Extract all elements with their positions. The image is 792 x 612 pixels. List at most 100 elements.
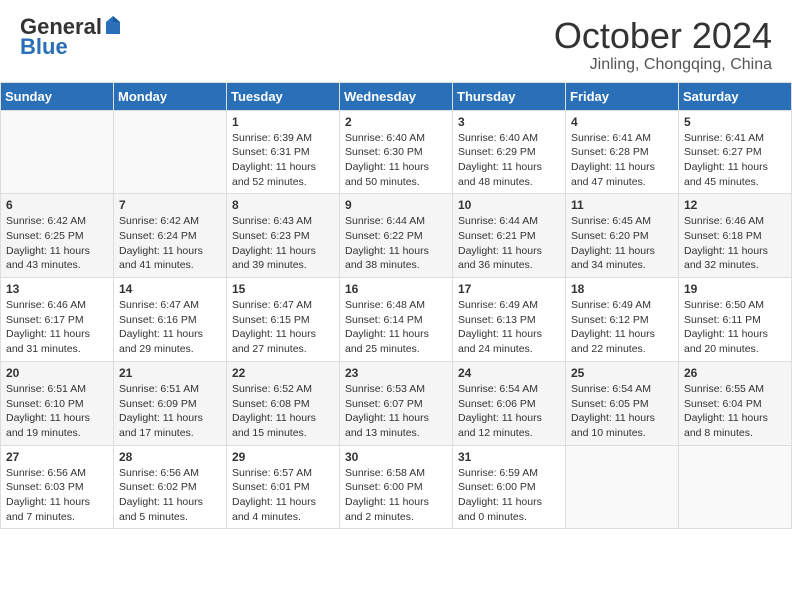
calendar-day: 11 Sunrise: 6:45 AMSunset: 6:20 PMDayligh… — [566, 194, 679, 278]
day-number: 14 — [119, 282, 221, 296]
calendar-day: 30 Sunrise: 6:58 AMSunset: 6:00 PMDayligh… — [340, 445, 453, 529]
day-number: 1 — [232, 115, 334, 129]
day-info: Sunrise: 6:55 AMSunset: 6:04 PMDaylight:… — [684, 382, 786, 441]
calendar-week-4: 20Sunrise: 6:51 AMSunset: 6:10 PMDayligh… — [1, 361, 792, 445]
day-info: Sunrise: 6:42 AMSunset: 6:24 PMDaylight:… — [119, 214, 221, 273]
day-info: Sunrise: 6:52 AMSunset: 6:08 PMDaylight:… — [232, 382, 334, 441]
calendar-day: 29Sunrise: 6:57 AMSunset: 6:01 PMDayligh… — [227, 445, 340, 529]
header: General Blue October 2024 Jinling, Chong… — [0, 0, 792, 82]
day-info: Sunrise: 6:56 AMSunset: 6:03 PMDaylight:… — [6, 466, 108, 525]
calendar-day: 31 Sunrise: 6:59 AMSunset: 6:00 PMDayligh… — [453, 445, 566, 529]
day-number: 7 — [119, 198, 221, 212]
day-number: 24 — [458, 366, 560, 380]
calendar-day: 2 Sunrise: 6:40 AMSunset: 6:30 PMDaylight… — [340, 110, 453, 194]
day-info: Sunrise: 6:41 AMSunset: 6:28 PMDaylight:… — [571, 131, 673, 190]
day-info: Sunrise: 6:40 AMSunset: 6:30 PMDaylight:… — [345, 131, 447, 190]
day-number: 18 — [571, 282, 673, 296]
day-info: Sunrise: 6:45 AMSunset: 6:20 PMDaylight:… — [571, 214, 673, 273]
day-number: 21 — [119, 366, 221, 380]
day-number: 11 — [571, 198, 673, 212]
day-number: 5 — [684, 115, 786, 129]
day-info: Sunrise: 6:49 AMSunset: 6:12 PMDaylight:… — [571, 298, 673, 357]
header-tuesday: Tuesday — [227, 82, 340, 110]
day-number: 2 — [345, 115, 447, 129]
day-number: 30 — [345, 450, 447, 464]
calendar-day: 6Sunrise: 6:42 AMSunset: 6:25 PMDaylight… — [1, 194, 114, 278]
calendar-day: 1Sunrise: 6:39 AMSunset: 6:31 PMDaylight… — [227, 110, 340, 194]
day-number: 10 — [458, 198, 560, 212]
header-sunday: Sunday — [1, 82, 114, 110]
day-info: Sunrise: 6:56 AMSunset: 6:02 PMDaylight:… — [119, 466, 221, 525]
day-info: Sunrise: 6:40 AMSunset: 6:29 PMDaylight:… — [458, 131, 560, 190]
day-info: Sunrise: 6:54 AMSunset: 6:05 PMDaylight:… — [571, 382, 673, 441]
logo: General Blue — [20, 16, 122, 60]
day-info: Sunrise: 6:59 AMSunset: 6:00 PMDaylight:… — [458, 466, 560, 525]
header-friday: Friday — [566, 82, 679, 110]
calendar-day: 10 Sunrise: 6:44 AMSunset: 6:21 PMDayligh… — [453, 194, 566, 278]
calendar-day: 25 Sunrise: 6:54 AMSunset: 6:05 PMDayligh… — [566, 361, 679, 445]
calendar-title: October 2024 — [554, 16, 772, 56]
header-monday: Monday — [114, 82, 227, 110]
calendar-day — [1, 110, 114, 194]
day-number: 27 — [6, 450, 108, 464]
day-info: Sunrise: 6:51 AMSunset: 6:09 PMDaylight:… — [119, 382, 221, 441]
day-info: Sunrise: 6:47 AMSunset: 6:16 PMDaylight:… — [119, 298, 221, 357]
calendar-day: 27 Sunrise: 6:56 AMSunset: 6:03 PMDayligh… — [1, 445, 114, 529]
day-info: Sunrise: 6:41 AMSunset: 6:27 PMDaylight:… — [684, 131, 786, 190]
header-thursday: Thursday — [453, 82, 566, 110]
title-area: October 2024 Jinling, Chongqing, China — [554, 16, 772, 74]
calendar-day: 15Sunrise: 6:47 AMSunset: 6:15 PMDayligh… — [227, 278, 340, 362]
calendar-day: 5 Sunrise: 6:41 AMSunset: 6:27 PMDaylight… — [679, 110, 792, 194]
calendar-day: 12 Sunrise: 6:46 AMSunset: 6:18 PMDayligh… — [679, 194, 792, 278]
day-number: 3 — [458, 115, 560, 129]
calendar-day: 21 Sunrise: 6:51 AMSunset: 6:09 PMDayligh… — [114, 361, 227, 445]
calendar-day: 18 Sunrise: 6:49 AMSunset: 6:12 PMDayligh… — [566, 278, 679, 362]
calendar-day — [114, 110, 227, 194]
day-info: Sunrise: 6:48 AMSunset: 6:14 PMDaylight:… — [345, 298, 447, 357]
day-number: 28 — [119, 450, 221, 464]
day-number: 19 — [684, 282, 786, 296]
day-info: Sunrise: 6:43 AMSunset: 6:23 PMDaylight:… — [232, 214, 334, 273]
calendar-week-3: 13Sunrise: 6:46 AMSunset: 6:17 PMDayligh… — [1, 278, 792, 362]
calendar-week-5: 27 Sunrise: 6:56 AMSunset: 6:03 PMDayligh… — [1, 445, 792, 529]
calendar-week-1: 1Sunrise: 6:39 AMSunset: 6:31 PMDaylight… — [1, 110, 792, 194]
day-number: 22 — [232, 366, 334, 380]
calendar-day: 7 Sunrise: 6:42 AMSunset: 6:24 PMDaylight… — [114, 194, 227, 278]
calendar-day: 17Sunrise: 6:49 AMSunset: 6:13 PMDayligh… — [453, 278, 566, 362]
calendar-day: 3 Sunrise: 6:40 AMSunset: 6:29 PMDaylight… — [453, 110, 566, 194]
day-info: Sunrise: 6:49 AMSunset: 6:13 PMDaylight:… — [458, 298, 560, 357]
day-number: 23 — [345, 366, 447, 380]
day-info: Sunrise: 6:50 AMSunset: 6:11 PMDaylight:… — [684, 298, 786, 357]
calendar-table: Sunday Monday Tuesday Wednesday Thursday… — [0, 82, 792, 530]
calendar-day: 24 Sunrise: 6:54 AMSunset: 6:06 PMDayligh… — [453, 361, 566, 445]
calendar-day: 4 Sunrise: 6:41 AMSunset: 6:28 PMDaylight… — [566, 110, 679, 194]
calendar-day: 14 Sunrise: 6:47 AMSunset: 6:16 PMDayligh… — [114, 278, 227, 362]
calendar-body: 1Sunrise: 6:39 AMSunset: 6:31 PMDaylight… — [1, 110, 792, 529]
calendar-day: 9Sunrise: 6:44 AMSunset: 6:22 PMDaylight… — [340, 194, 453, 278]
day-number: 31 — [458, 450, 560, 464]
day-info: Sunrise: 6:54 AMSunset: 6:06 PMDaylight:… — [458, 382, 560, 441]
day-info: Sunrise: 6:47 AMSunset: 6:15 PMDaylight:… — [232, 298, 334, 357]
calendar-day — [566, 445, 679, 529]
calendar-day: 22 Sunrise: 6:52 AMSunset: 6:08 PMDayligh… — [227, 361, 340, 445]
header-saturday: Saturday — [679, 82, 792, 110]
calendar-day: 13Sunrise: 6:46 AMSunset: 6:17 PMDayligh… — [1, 278, 114, 362]
day-info: Sunrise: 6:58 AMSunset: 6:00 PMDaylight:… — [345, 466, 447, 525]
day-info: Sunrise: 6:57 AMSunset: 6:01 PMDaylight:… — [232, 466, 334, 525]
day-number: 4 — [571, 115, 673, 129]
day-info: Sunrise: 6:46 AMSunset: 6:18 PMDaylight:… — [684, 214, 786, 273]
day-number: 26 — [684, 366, 786, 380]
day-number: 12 — [684, 198, 786, 212]
day-number: 9 — [345, 198, 447, 212]
day-info: Sunrise: 6:46 AMSunset: 6:17 PMDaylight:… — [6, 298, 108, 357]
page: General Blue October 2024 Jinling, Chong… — [0, 0, 792, 529]
day-number: 20 — [6, 366, 108, 380]
calendar-day: 23 Sunrise: 6:53 AMSunset: 6:07 PMDayligh… — [340, 361, 453, 445]
calendar-day: 26 Sunrise: 6:55 AMSunset: 6:04 PMDayligh… — [679, 361, 792, 445]
header-wednesday: Wednesday — [340, 82, 453, 110]
calendar-week-2: 6Sunrise: 6:42 AMSunset: 6:25 PMDaylight… — [1, 194, 792, 278]
day-info: Sunrise: 6:53 AMSunset: 6:07 PMDaylight:… — [345, 382, 447, 441]
day-number: 8 — [232, 198, 334, 212]
day-number: 25 — [571, 366, 673, 380]
day-info: Sunrise: 6:44 AMSunset: 6:21 PMDaylight:… — [458, 214, 560, 273]
